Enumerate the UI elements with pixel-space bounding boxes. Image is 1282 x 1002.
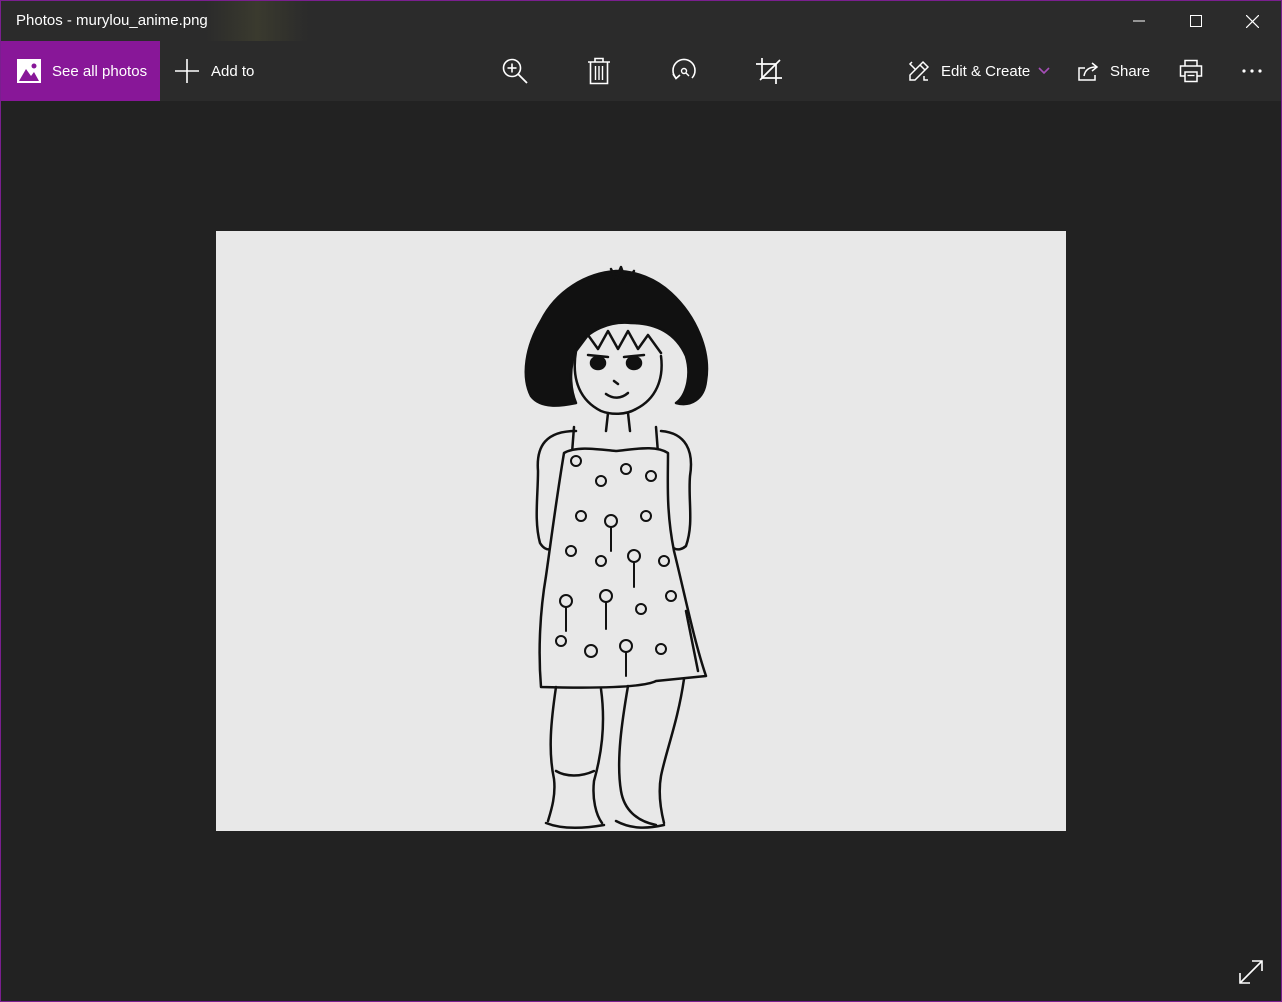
minimize-icon: [1132, 20, 1145, 22]
more-options-icon: [1242, 69, 1262, 73]
photo-viewer[interactable]: [1, 101, 1281, 1001]
zoom-in-icon: [502, 58, 528, 84]
share-button[interactable]: Share: [1076, 41, 1152, 101]
edit-create-button[interactable]: Edit & Create: [907, 41, 1053, 101]
anime-girl-drawing: [524, 265, 709, 829]
photos-window: Photos - murylou_anime.png See all photo…: [0, 0, 1282, 1002]
toolbar: See all photos Add to Edit & Create Shar…: [1, 41, 1281, 101]
rotate-icon: [672, 58, 696, 80]
edit-create-icon: [908, 60, 930, 81]
see-all-photos-label: See all photos: [52, 62, 148, 80]
photos-icon: [17, 59, 41, 83]
rotate-button[interactable]: [662, 41, 706, 101]
window-title: Photos - murylou_anime.png: [16, 12, 208, 29]
print-icon: [1179, 59, 1203, 83]
add-to-button[interactable]: Add to: [173, 41, 254, 101]
share-label: Share: [1110, 62, 1151, 80]
more-options-button[interactable]: [1230, 41, 1274, 101]
delete-button[interactable]: [577, 41, 621, 101]
photo-canvas[interactable]: [216, 231, 1066, 831]
close-icon: [1246, 14, 1259, 28]
title-bar[interactable]: Photos - murylou_anime.png: [1, 1, 1281, 41]
maximize-icon: [1189, 15, 1202, 27]
maximize-button[interactable]: [1167, 1, 1224, 41]
close-button[interactable]: [1224, 1, 1281, 41]
crop-icon: [756, 58, 782, 84]
minimize-button[interactable]: [1110, 1, 1167, 41]
expand-icon[interactable]: [1237, 958, 1265, 986]
add-to-label: Add to: [211, 62, 255, 80]
plus-icon: [175, 59, 199, 83]
edit-create-label: Edit & Create: [941, 62, 1031, 80]
crop-button[interactable]: [747, 41, 791, 101]
print-button[interactable]: [1169, 41, 1213, 101]
delete-icon: [588, 57, 610, 85]
see-all-photos-button[interactable]: See all photos: [1, 41, 160, 101]
zoom-button[interactable]: [493, 41, 537, 101]
share-icon: [1078, 62, 1099, 81]
chevron-down-icon: [1038, 67, 1050, 75]
